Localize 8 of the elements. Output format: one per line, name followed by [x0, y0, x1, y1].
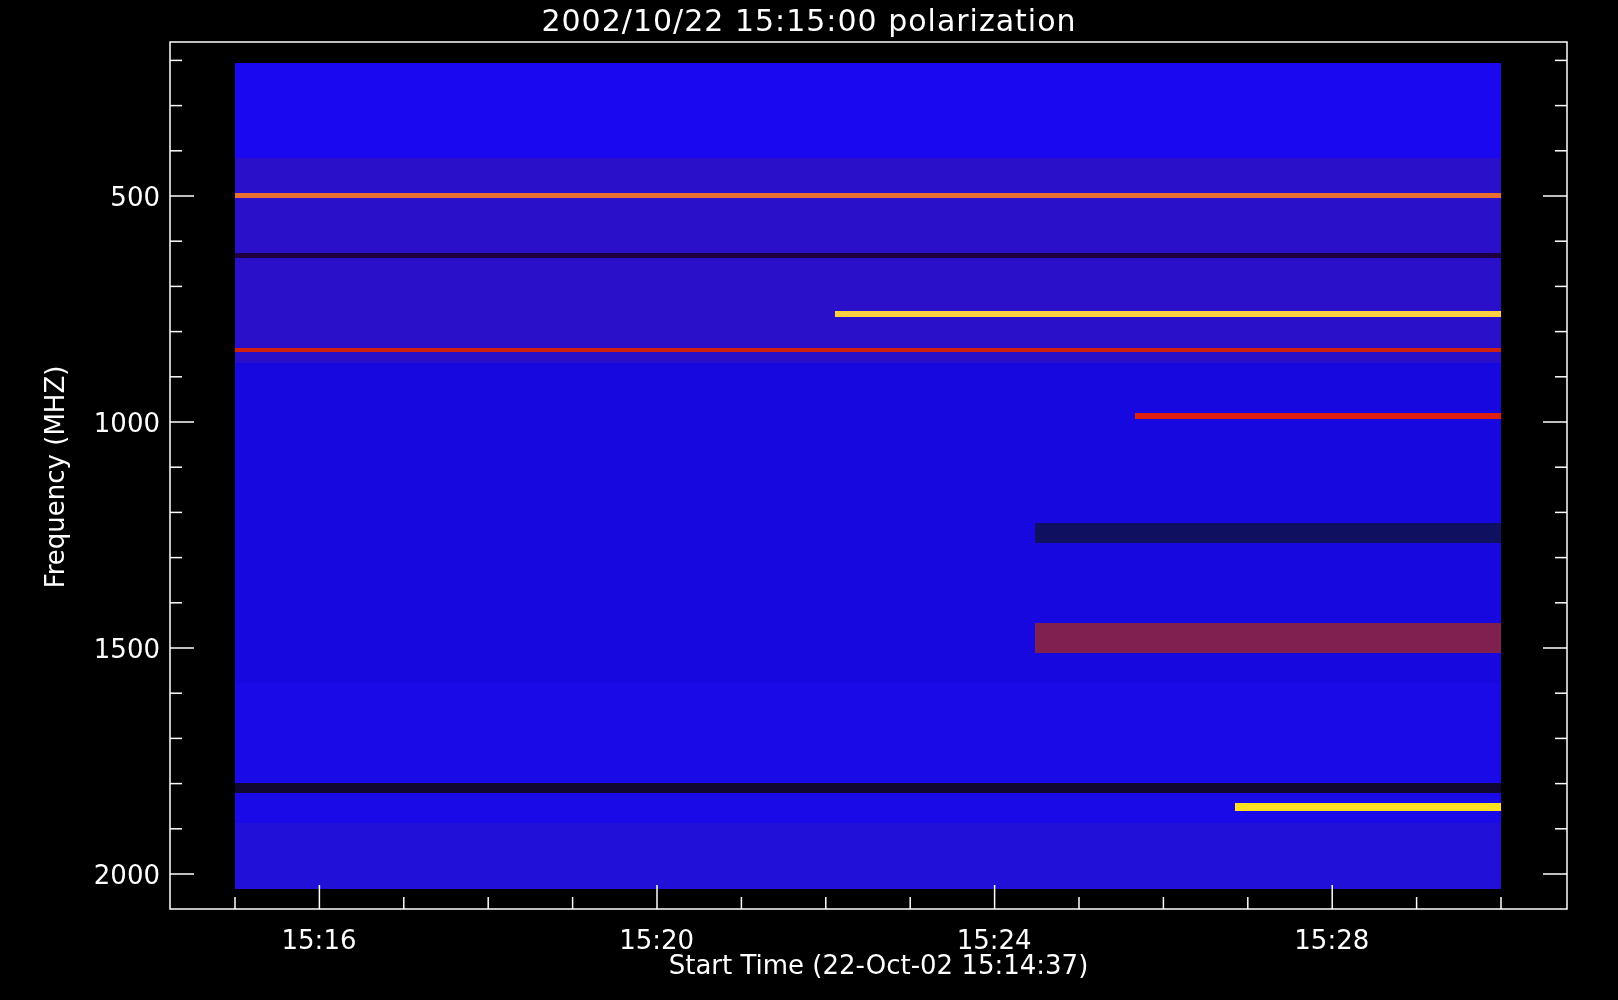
y-axis-label: Frequency (MHZ)	[40, 365, 70, 589]
y-tick-label: 1000	[93, 408, 160, 438]
x-tick-label: 15:16	[281, 925, 357, 955]
y-tick-label: 2000	[93, 860, 160, 890]
x-tick-label: 15:28	[1294, 925, 1370, 955]
plot-title: 2002/10/22 15:15:00 polarization	[541, 2, 1077, 40]
y-tick-label: 1500	[93, 634, 160, 664]
y-tick-label: 500	[110, 182, 160, 212]
